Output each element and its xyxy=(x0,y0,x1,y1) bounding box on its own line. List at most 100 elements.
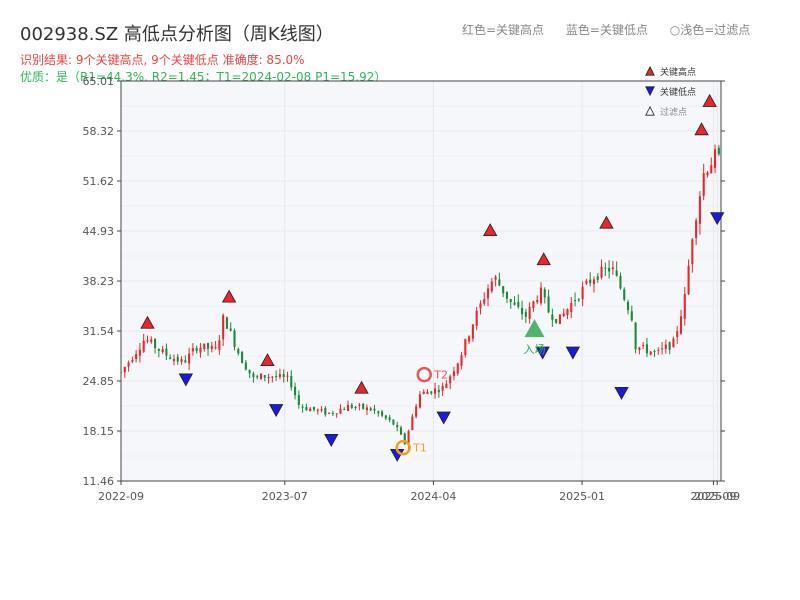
candle-body xyxy=(384,415,387,419)
x-tick-label: 2023-07 xyxy=(262,490,308,503)
candle-body xyxy=(566,309,569,315)
candle-body xyxy=(536,299,539,303)
candle-body xyxy=(615,270,618,276)
candle-body xyxy=(399,427,403,435)
candle-body xyxy=(195,347,198,352)
candle-body xyxy=(123,366,126,373)
candle-body xyxy=(449,376,452,384)
y-tick-label: 44.93 xyxy=(83,225,115,238)
candle-body xyxy=(543,289,546,298)
candle-body xyxy=(339,408,342,414)
candle-body xyxy=(430,391,433,394)
candle-body xyxy=(131,359,134,362)
candle-body xyxy=(358,404,361,406)
candle-body xyxy=(702,173,705,196)
candle-body xyxy=(354,406,357,408)
candle-body xyxy=(600,266,603,278)
candle-body xyxy=(679,316,683,334)
candle-body xyxy=(324,407,327,415)
candle-body xyxy=(498,279,501,286)
candlestick-chart: 11.46 18.15 24.85 31.54 38.23 44.93 51.62 58.32… xyxy=(83,65,740,503)
candle-body xyxy=(596,276,599,280)
candle-body xyxy=(524,311,527,317)
candle-body xyxy=(649,351,652,355)
y-tick-label: 51.62 xyxy=(83,175,115,188)
candle-body xyxy=(698,196,701,224)
candle-body xyxy=(687,265,690,295)
candle-body xyxy=(365,407,368,411)
candle-body xyxy=(343,409,346,411)
candle-body xyxy=(184,360,187,363)
x-tick-label: 2022-09 xyxy=(98,490,144,503)
candle-body xyxy=(468,336,471,342)
candle-body xyxy=(574,300,577,302)
candle-body xyxy=(642,344,645,346)
candle-body xyxy=(426,391,429,395)
candle-body xyxy=(229,328,232,331)
candle-body xyxy=(309,408,312,412)
candle-body xyxy=(528,307,531,319)
candle-body xyxy=(241,351,244,364)
legend-label: 过滤点 xyxy=(660,106,687,118)
candle-body xyxy=(570,302,573,313)
candle-body xyxy=(562,313,565,317)
candle-body xyxy=(619,275,622,289)
candle-body xyxy=(218,340,221,350)
candle-body xyxy=(297,395,300,405)
candle-body xyxy=(275,375,278,377)
candle-body xyxy=(328,412,331,414)
candle-body xyxy=(127,362,130,367)
candle-body xyxy=(396,425,399,428)
t1-label: T1 xyxy=(412,442,427,455)
candle-body xyxy=(188,353,191,364)
candle-body xyxy=(301,406,304,408)
candle-body xyxy=(210,345,213,350)
candle-body xyxy=(494,276,497,280)
y-tick-label: 58.32 xyxy=(83,125,115,138)
candle-body xyxy=(305,407,308,410)
candle-body xyxy=(668,342,671,350)
candle-body xyxy=(282,374,285,377)
candle-body xyxy=(441,385,444,391)
candle-body xyxy=(513,302,516,305)
candle-body xyxy=(445,383,448,388)
candle-body xyxy=(203,343,206,350)
candle-body xyxy=(252,373,255,378)
candle-body xyxy=(180,359,183,362)
candle-body xyxy=(626,301,630,311)
candle-body xyxy=(244,362,247,370)
y-tick-label: 65.01 xyxy=(83,75,115,88)
candle-body xyxy=(320,409,323,411)
candle-body xyxy=(653,350,656,352)
candle-body xyxy=(271,376,274,378)
candle-body xyxy=(581,286,584,300)
candle-body xyxy=(502,286,505,294)
entry-label: 入场 xyxy=(524,342,546,356)
candle-body xyxy=(676,331,679,337)
candle-body xyxy=(706,172,709,176)
candle-body xyxy=(172,359,176,362)
candle-body xyxy=(191,348,194,352)
candle-body xyxy=(657,349,660,351)
candle-body xyxy=(479,303,482,309)
candle-body xyxy=(532,301,535,309)
candle-body xyxy=(206,343,210,349)
candle-body xyxy=(551,314,554,320)
candle-body xyxy=(415,406,418,417)
candle-body xyxy=(222,315,225,340)
candle-body xyxy=(638,347,641,351)
candle-body xyxy=(717,147,720,155)
candle-body xyxy=(539,287,543,304)
candle-body xyxy=(294,386,297,396)
t2-label: T2 xyxy=(433,369,448,382)
candle-body xyxy=(377,411,380,414)
candle-body xyxy=(683,293,686,319)
candle-body xyxy=(286,375,289,377)
candle-body xyxy=(483,299,486,304)
candle-body xyxy=(373,408,376,411)
x-tick-label: 2025-09 xyxy=(694,490,740,503)
candle-body xyxy=(460,355,463,366)
candle-body xyxy=(381,411,384,416)
candle-body xyxy=(237,349,240,354)
candle-body xyxy=(456,363,459,374)
